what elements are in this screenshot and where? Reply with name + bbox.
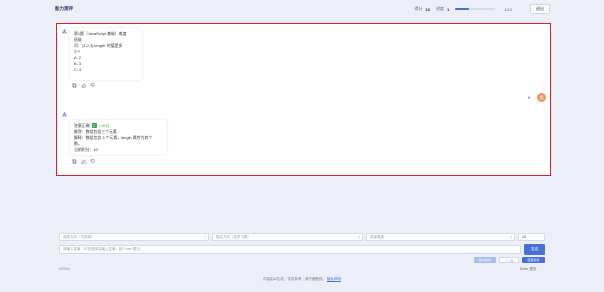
- top-header: 能力测评 得分 10 进度 1 1/10 退出: [55, 3, 550, 15]
- message-input[interactable]: 请输入答案（可在选择后输入答案，按 Enter 提交）: [59, 245, 521, 254]
- count-field[interactable]: 10: [518, 233, 545, 241]
- brand-title: 能力测评: [55, 6, 73, 11]
- progress-bar: [455, 8, 496, 10]
- end-test-button[interactable]: 结束测评: [522, 257, 545, 263]
- thumbs-down-icon[interactable]: [90, 83, 95, 88]
- footer-text: 内容由AI生成，仅供参考，请仔细甄别。: [263, 277, 326, 281]
- header-stats: 得分 10 进度 1 1/10 退出: [415, 4, 550, 14]
- score-label: 得分: [414, 6, 423, 11]
- chevron-down-icon: ▾: [510, 235, 512, 239]
- message-input-placeholder: 请输入答案（可在选择后输入答案，按 Enter 提交）: [63, 247, 144, 251]
- chat-panel: 第1题（JavaScript 基础）难度 低级 问：'[1,2,3].lengt…: [56, 23, 551, 176]
- assistant-message-2: 答案正确 ✓ +10分 解答：数组包含三个元素 解释：数组包含 3 个元素，le…: [70, 120, 167, 155]
- level-select-placeholder: 选择难度: [370, 235, 384, 239]
- verdict-text: 答案正确: [74, 123, 90, 128]
- count-value: 10: [522, 235, 526, 239]
- score-stat: 得分 10: [415, 6, 430, 12]
- topic-select[interactable]: 选择方向（可选填） ▾: [59, 233, 209, 241]
- exit-button[interactable]: 退出: [530, 4, 550, 14]
- progress-fill: [455, 8, 470, 10]
- progress-label: 进度: [435, 6, 444, 11]
- progress-value: 1: [446, 6, 450, 12]
- submit-answer-button[interactable]: 提交答案: [474, 257, 496, 263]
- progress-text: 1/10: [504, 6, 512, 12]
- copy-icon[interactable]: [72, 159, 77, 164]
- char-count: 0/2000: [59, 267, 70, 271]
- message-line: 当前积分：10: [74, 147, 98, 152]
- footer-disclaimer: 内容由AI生成，仅供参考，请仔细甄别。 隐私声明: [0, 277, 604, 282]
- message-line: 解释：数组包含 3 个元素，length 属性为其个: [74, 135, 153, 140]
- next-question-button[interactable]: 下一题: [499, 257, 519, 263]
- check-icon: ✓: [91, 123, 97, 128]
- message-actions: [72, 83, 95, 88]
- user-avatar-label: 我: [539, 94, 544, 100]
- thumbs-up-icon[interactable]: [81, 159, 86, 164]
- chevron-down-icon: ▾: [358, 235, 360, 239]
- copy-icon[interactable]: [72, 83, 77, 88]
- enter-hint: Enter 提交: [520, 267, 537, 271]
- domain-select[interactable]: 指定方向（如学习等） ▾: [212, 233, 363, 241]
- topic-select-placeholder: 选择方向（可选填）: [63, 235, 95, 239]
- privacy-link[interactable]: 隐私声明: [327, 277, 341, 281]
- chevron-down-icon: ▾: [204, 235, 206, 239]
- progress-stat: 进度 1: [436, 6, 449, 12]
- message-actions: [72, 159, 95, 164]
- level-select[interactable]: 选择难度 ▾: [366, 233, 515, 241]
- user-avatar: 我: [537, 93, 546, 102]
- bot-avatar: [61, 28, 68, 35]
- bot-avatar: [61, 111, 68, 118]
- thumbs-up-icon[interactable]: [81, 83, 86, 88]
- send-button[interactable]: 发送: [524, 244, 545, 255]
- domain-select-placeholder: 指定方向（如学习等）: [216, 235, 251, 239]
- user-answer: B: [528, 96, 531, 100]
- message-line: C. 4: [74, 67, 82, 72]
- points-earned: +10分: [98, 123, 110, 128]
- score-value: 10: [425, 6, 430, 12]
- thumbs-down-icon[interactable]: [90, 159, 95, 164]
- assistant-message-1: 第1题（JavaScript 基础）难度 低级 问：'[1,2,3].lengt…: [70, 28, 142, 80]
